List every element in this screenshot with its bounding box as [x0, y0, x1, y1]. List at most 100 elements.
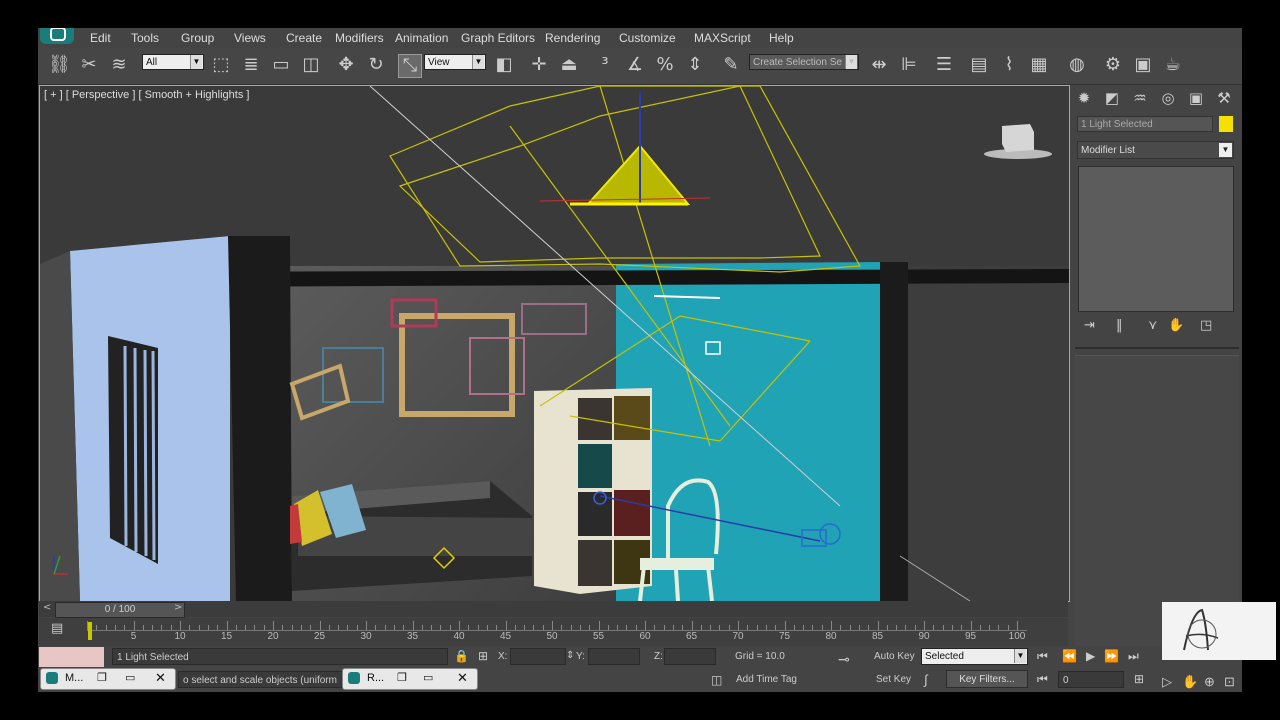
menu-views[interactable]: Views: [234, 31, 266, 45]
key-mode-toggle-icon[interactable]: ⏮: [1037, 672, 1048, 687]
menu-graph-editors[interactable]: Graph Editors: [461, 31, 535, 45]
minimized-window-1[interactable]: M... ❐ ▭ ✕: [40, 668, 176, 690]
reference-coordinate-dropdown[interactable]: View ▼: [424, 54, 486, 70]
align-icon[interactable]: ⊫: [898, 54, 920, 76]
window-crossing-icon[interactable]: ◫: [300, 54, 322, 76]
mirror-icon[interactable]: ⇹: [868, 54, 890, 76]
keyboard-shortcut-toggle-icon[interactable]: ⏏: [558, 54, 580, 76]
key-icon[interactable]: ⊸: [838, 651, 850, 668]
render-production-icon[interactable]: ☕: [1162, 54, 1184, 76]
auto-key-button[interactable]: Auto Key: [874, 651, 915, 662]
maximize-icon[interactable]: ▭: [423, 671, 433, 684]
menu-group[interactable]: Group: [181, 31, 214, 45]
time-tag-icon[interactable]: ◫: [711, 673, 722, 687]
go-to-start-icon[interactable]: ⏮: [1037, 649, 1048, 664]
close-icon[interactable]: ✕: [457, 670, 468, 686]
menu-create[interactable]: Create: [286, 31, 322, 45]
unlink-icon[interactable]: ✂: [78, 54, 100, 76]
add-time-tag-button[interactable]: Add Time Tag: [736, 674, 797, 685]
spinner-snap-icon[interactable]: ⇕: [684, 54, 706, 76]
display-tab-icon[interactable]: ▣: [1186, 88, 1206, 108]
modify-tab-icon[interactable]: ◩: [1102, 88, 1122, 108]
hierarchy-tab-icon[interactable]: ♒: [1130, 88, 1150, 108]
named-selection-sets-dropdown[interactable]: Create Selection Se ▼: [749, 54, 859, 70]
create-tab-icon[interactable]: ✹: [1074, 88, 1094, 108]
select-and-scale-icon[interactable]: ⤡: [398, 54, 422, 78]
menu-tools[interactable]: Tools: [131, 31, 159, 45]
pin-stack-icon[interactable]: ⇥: [1084, 318, 1095, 333]
close-icon[interactable]: ✕: [155, 670, 166, 686]
zoom-icon[interactable]: ▷: [1162, 674, 1172, 690]
material-editor-icon[interactable]: ◍: [1066, 54, 1088, 76]
viewport-label[interactable]: [ + ] [ Perspective ] [ Smooth + Highlig…: [44, 89, 249, 101]
modifier-stack[interactable]: [1078, 166, 1234, 312]
maximize-icon[interactable]: ▭: [125, 671, 135, 684]
edit-named-selection-icon[interactable]: ✎: [720, 54, 742, 76]
menu-animation[interactable]: Animation: [395, 31, 448, 45]
menu-customize[interactable]: Customize: [619, 31, 676, 45]
remove-modifier-icon[interactable]: ✋: [1168, 318, 1184, 333]
menu-modifiers[interactable]: Modifiers: [335, 31, 384, 45]
perspective-viewport[interactable]: [ + ] [ Perspective ] [ Smooth + Highlig…: [39, 85, 1070, 602]
ribbon-toggle-icon[interactable]: ▤: [968, 54, 990, 76]
percent-snap-icon[interactable]: %: [654, 54, 676, 76]
time-prev-icon[interactable]: <: [43, 602, 51, 613]
go-to-end-icon[interactable]: ⏭: [1128, 649, 1139, 664]
select-by-name-icon[interactable]: ≣: [240, 54, 262, 76]
curve-editor-icon[interactable]: ⌇: [998, 54, 1020, 76]
previous-frame-icon[interactable]: ⏪: [1062, 649, 1077, 663]
app-logo-icon[interactable]: [40, 28, 74, 44]
mini-curve-editor-icon[interactable]: ▤: [51, 621, 63, 636]
current-frame-marker[interactable]: [88, 622, 92, 640]
select-manipulate-icon[interactable]: ✛: [528, 54, 550, 76]
set-key-button[interactable]: Set Key: [876, 674, 911, 685]
rendered-frame-window-icon[interactable]: ▣: [1132, 54, 1154, 76]
modifier-list-dropdown[interactable]: Modifier List ▼: [1077, 141, 1234, 159]
absolute-mode-icon[interactable]: ⊞: [478, 649, 488, 663]
bind-space-warp-icon[interactable]: ≋: [108, 54, 130, 76]
restore-icon[interactable]: ❐: [97, 671, 107, 684]
minimized-window-2[interactable]: R... ❐ ▭ ✕: [342, 668, 478, 690]
y-coordinate-field[interactable]: [588, 648, 640, 665]
rectangular-selection-icon[interactable]: ▭: [270, 54, 292, 76]
play-icon[interactable]: ▶: [1086, 649, 1095, 663]
select-object-icon[interactable]: ⬚: [210, 54, 232, 76]
next-frame-icon[interactable]: ⏩: [1104, 649, 1119, 663]
select-and-rotate-icon[interactable]: ↻: [365, 54, 387, 76]
selection-lock-icon[interactable]: 🔒: [454, 649, 469, 663]
selection-filter-dropdown[interactable]: All ▼: [142, 54, 204, 70]
z-coordinate-field[interactable]: [664, 648, 716, 665]
time-configuration-icon[interactable]: ⊞: [1134, 672, 1144, 686]
show-end-result-icon[interactable]: ‖: [1116, 318, 1123, 333]
track-bar[interactable]: ▤ 5 10 15 20 25 30 35 40 45 50 55 60 65 70 75 80 85 90 95 1…: [39, 618, 1068, 646]
object-color-swatch[interactable]: [1219, 116, 1233, 132]
motion-tab-icon[interactable]: ◎: [1158, 88, 1178, 108]
time-slider[interactable]: 0 / 100: [55, 602, 185, 618]
layer-manager-icon[interactable]: ☰: [933, 54, 955, 76]
angle-snap-icon[interactable]: ∡: [624, 54, 646, 76]
menu-rendering[interactable]: Rendering: [545, 31, 600, 45]
maxscript-listener-mini[interactable]: [39, 647, 104, 667]
current-frame-field[interactable]: 0: [1058, 671, 1124, 688]
menu-help[interactable]: Help: [769, 31, 794, 45]
snaps-toggle-icon[interactable]: ³: [594, 54, 616, 76]
time-next-icon[interactable]: >: [174, 602, 182, 613]
link-icon[interactable]: ⛓: [48, 54, 71, 76]
schematic-view-icon[interactable]: ▦: [1028, 54, 1050, 76]
object-name-field[interactable]: 1 Light Selected: [1077, 116, 1213, 132]
make-unique-icon[interactable]: ⋎: [1148, 318, 1158, 333]
key-filters-button[interactable]: Key Filters...: [946, 670, 1028, 688]
menu-maxscript[interactable]: MAXScript: [694, 31, 751, 45]
key-tangent-icon[interactable]: ∫: [924, 672, 928, 687]
x-spinner-icon[interactable]: ⇕: [566, 650, 574, 661]
render-setup-icon[interactable]: ⚙: [1102, 54, 1124, 76]
pivot-center-icon[interactable]: ◧: [493, 54, 515, 76]
x-coordinate-field[interactable]: [510, 648, 566, 665]
orbit-icon[interactable]: ⊕: [1204, 674, 1215, 690]
menu-edit[interactable]: Edit: [90, 31, 111, 45]
configure-modifier-sets-icon[interactable]: ◳: [1200, 318, 1212, 333]
key-mode-dropdown[interactable]: Selected ▼: [921, 648, 1028, 665]
utilities-tab-icon[interactable]: ⚒: [1214, 88, 1234, 108]
maximize-viewport-icon[interactable]: ⊡: [1224, 674, 1235, 690]
restore-icon[interactable]: ❐: [397, 671, 407, 684]
